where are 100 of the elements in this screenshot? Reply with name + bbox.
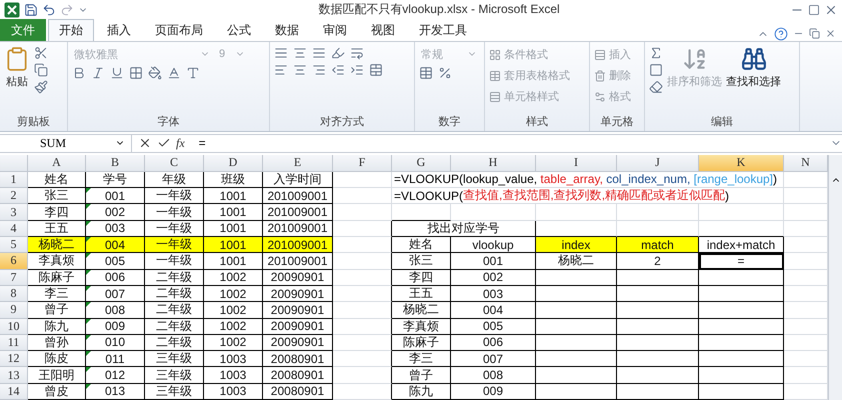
table-cell: 三年级 bbox=[145, 351, 204, 368]
column-header[interactable]: K bbox=[699, 154, 784, 172]
vertical-scrollbar[interactable] bbox=[828, 154, 842, 400]
column-header[interactable]: B bbox=[86, 154, 145, 172]
row-header[interactable]: 10 bbox=[0, 318, 28, 335]
insert-function-button[interactable]: fx bbox=[176, 136, 185, 151]
row-header[interactable]: 13 bbox=[0, 367, 28, 384]
table-cell: 二年级 bbox=[145, 270, 204, 286]
table-cell: 二年级 bbox=[145, 302, 204, 319]
trash-icon bbox=[594, 70, 606, 82]
ribbon-tab[interactable]: 视图 bbox=[360, 18, 406, 41]
binoculars-icon bbox=[740, 46, 766, 72]
column-header[interactable]: A bbox=[28, 154, 86, 172]
row-header[interactable]: 4 bbox=[0, 220, 28, 238]
merge-icon[interactable] bbox=[369, 62, 383, 77]
table-cell: 陈九 bbox=[392, 384, 451, 400]
excel-logo-icon[interactable] bbox=[4, 2, 20, 18]
formula-note: =VLOOKUP(查找值,查找范围,查找列数,精确匹配或者近似匹配) bbox=[392, 188, 784, 204]
column-header[interactable]: E bbox=[263, 154, 333, 172]
align-left-icon[interactable] bbox=[274, 62, 288, 77]
fill-color-icon[interactable] bbox=[148, 66, 162, 80]
undo-icon[interactable] bbox=[42, 2, 56, 17]
table-cell: 004 bbox=[86, 237, 145, 254]
name-box[interactable]: SUM bbox=[0, 134, 132, 152]
row-header[interactable]: 14 bbox=[0, 384, 28, 400]
ribbon-tab[interactable]: 文件 bbox=[0, 18, 46, 41]
help-icon[interactable] bbox=[774, 26, 788, 41]
row-header[interactable]: 8 bbox=[0, 286, 28, 302]
table-cell: 杨晓二 bbox=[536, 253, 617, 270]
column-header[interactable]: G bbox=[392, 154, 451, 172]
align-middle-icon[interactable] bbox=[293, 46, 307, 60]
ribbon-tab[interactable]: 数据 bbox=[264, 18, 310, 41]
row-header[interactable]: 6 bbox=[0, 253, 28, 270]
row-header[interactable]: 7 bbox=[0, 270, 28, 286]
cut-icon[interactable] bbox=[34, 46, 48, 60]
column-header[interactable]: N bbox=[784, 154, 828, 172]
table-cell: 20080901 bbox=[263, 367, 333, 384]
formula-input[interactable]: = bbox=[190, 136, 830, 150]
table-cell: 003 bbox=[451, 286, 536, 302]
indent-icon[interactable] bbox=[350, 62, 364, 77]
column-header[interactable]: J bbox=[617, 154, 699, 172]
table-cell: 年级 bbox=[145, 172, 204, 188]
table-cell: 姓名 bbox=[28, 172, 86, 188]
row-header[interactable]: 3 bbox=[0, 204, 28, 221]
italic-icon[interactable] bbox=[91, 66, 105, 80]
underline-icon[interactable] bbox=[110, 66, 124, 80]
column-header[interactable]: D bbox=[204, 154, 263, 172]
orientation-icon[interactable] bbox=[331, 46, 345, 60]
currency-icon[interactable] bbox=[419, 66, 433, 80]
table-cell: 找出对应学号 bbox=[392, 220, 536, 238]
sum-icon[interactable] bbox=[649, 46, 663, 60]
cell-style-icon bbox=[489, 90, 501, 103]
row-header[interactable]: 1 bbox=[0, 172, 28, 188]
table-cell: 陈皮 bbox=[28, 351, 86, 368]
maximize-icon[interactable] bbox=[808, 4, 820, 16]
font-color-icon[interactable] bbox=[167, 66, 181, 80]
ribbon-tab[interactable]: 开发工具 bbox=[408, 18, 478, 41]
format-painter-icon[interactable] bbox=[34, 80, 48, 94]
copy-icon[interactable] bbox=[34, 62, 48, 77]
ribbon-tab[interactable]: 页面布局 bbox=[144, 18, 214, 41]
table-cell: 201009001 bbox=[263, 204, 333, 221]
phonetic-icon[interactable] bbox=[186, 66, 200, 80]
align-right-icon[interactable] bbox=[312, 62, 326, 77]
fill-icon[interactable] bbox=[649, 62, 663, 77]
align-bottom-icon[interactable] bbox=[312, 46, 326, 60]
row-header[interactable]: 12 bbox=[0, 351, 28, 368]
table-format-icon bbox=[489, 70, 501, 82]
row-header[interactable]: 11 bbox=[0, 334, 28, 352]
ribbon-large-button[interactable]: 查找和选择 bbox=[726, 46, 781, 114]
column-header[interactable]: I bbox=[536, 154, 617, 172]
ribbon-tab[interactable]: 插入 bbox=[96, 18, 142, 41]
paste-button[interactable]: 粘贴 bbox=[4, 46, 30, 114]
row-header[interactable]: 5 bbox=[0, 237, 28, 254]
table-cell: 李四 bbox=[392, 270, 451, 286]
table-cell: 20090901 bbox=[263, 286, 333, 302]
table-cell: 1003 bbox=[204, 384, 263, 400]
align-top-icon[interactable] bbox=[274, 46, 288, 60]
column-header[interactable]: C bbox=[145, 154, 204, 172]
column-header[interactable]: H bbox=[451, 154, 536, 172]
column-header[interactable]: F bbox=[333, 154, 392, 172]
ribbon-tab[interactable]: 公式 bbox=[216, 18, 262, 41]
wrap-text-icon[interactable] bbox=[350, 46, 364, 60]
table-cell: 20090901 bbox=[263, 318, 333, 335]
align-center-icon[interactable] bbox=[293, 62, 307, 77]
ribbon-tab[interactable]: 开始 bbox=[48, 18, 94, 41]
bold-icon[interactable] bbox=[72, 66, 86, 80]
table-cell: 李四 bbox=[28, 204, 86, 221]
restore-icon[interactable] bbox=[809, 28, 820, 40]
table-cell: 005 bbox=[451, 318, 536, 335]
table-cell: 曾子 bbox=[28, 302, 86, 319]
row-header[interactable]: 9 bbox=[0, 302, 28, 319]
save-icon[interactable] bbox=[24, 2, 38, 17]
table-cell: 一年级 bbox=[145, 204, 204, 221]
percent-icon[interactable] bbox=[438, 66, 452, 80]
row-header[interactable]: 2 bbox=[0, 188, 28, 204]
outdent-icon[interactable] bbox=[331, 62, 345, 77]
clear-icon[interactable] bbox=[649, 80, 663, 94]
ribbon-tab[interactable]: 审阅 bbox=[312, 18, 358, 41]
close-icon[interactable] bbox=[825, 28, 836, 40]
borders-icon[interactable] bbox=[129, 66, 143, 80]
